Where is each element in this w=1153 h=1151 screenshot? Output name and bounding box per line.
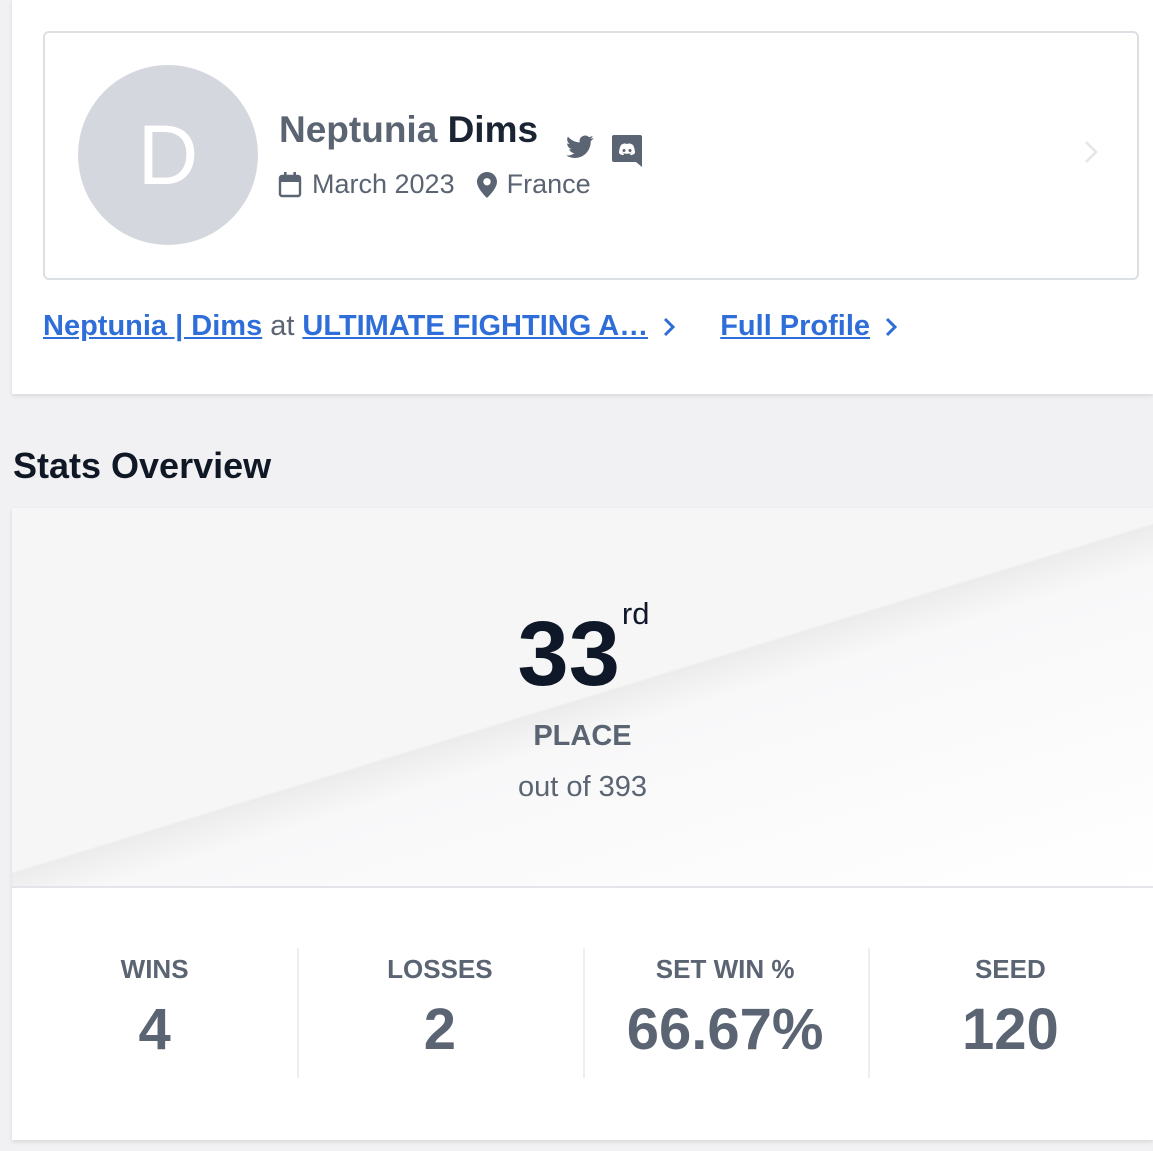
place-number: 33 — [517, 603, 620, 705]
out-of-total: out of 393 — [518, 771, 647, 803]
stats-overview-heading: Stats Overview — [13, 445, 272, 486]
placement-number: 33rd — [12, 598, 1153, 700]
player-gamer-tag: Dims — [447, 109, 539, 150]
joined-date: March 2023 — [312, 169, 455, 199]
location-pin-icon — [476, 171, 497, 198]
full-profile-link[interactable]: Full Profile — [720, 310, 870, 343]
stats-overview-card: 33rd PLACE out of 393 WINS 4 LOSSES 2 SE… — [12, 508, 1153, 1140]
stat-label: WINS — [120, 954, 189, 984]
avatar-letter: D — [137, 108, 199, 202]
entrant-name-link[interactable]: Neptunia | Dims — [43, 310, 262, 343]
profile-summary-box[interactable]: D Neptunia Dims March 2023 France — [43, 31, 1139, 280]
stats-row: WINS 4 LOSSES 2 SET WIN % 66.67% SEED 12… — [12, 948, 1153, 1078]
player-name: Neptunia Dims — [279, 111, 538, 148]
stat-label: LOSSES — [387, 954, 493, 984]
profile-links: Neptunia | Dims at ULTIMATE FIGHTING A… … — [43, 310, 898, 343]
twitter-icon[interactable] — [566, 135, 594, 159]
placement-panel: 33rd PLACE out of 393 — [12, 508, 1153, 888]
stat-seed: SEED 120 — [867, 948, 1153, 1078]
stat-wins: WINS 4 — [12, 948, 297, 1078]
place-label: PLACE — [533, 720, 632, 752]
stat-label: SEED — [974, 954, 1046, 984]
stat-value: 66.67% — [626, 997, 824, 1062]
place-suffix: rd — [621, 596, 650, 631]
avatar: D — [78, 65, 258, 245]
stat-losses: LOSSES 2 — [297, 948, 582, 1078]
stat-value: 120 — [961, 997, 1059, 1062]
at-label: at — [270, 310, 295, 342]
player-location: France — [506, 169, 591, 199]
player-meta: March 2023 France — [278, 169, 591, 200]
discord-icon[interactable] — [612, 135, 642, 167]
stat-value: 2 — [423, 997, 456, 1062]
chevron-right-icon[interactable] — [662, 316, 676, 338]
player-prefix: Neptunia — [279, 109, 438, 150]
event-link[interactable]: ULTIMATE FIGHTING A… — [302, 310, 648, 343]
stat-value: 4 — [138, 997, 171, 1062]
calendar-icon — [278, 171, 302, 198]
stat-set-win-percent: SET WIN % 66.67% — [582, 948, 868, 1078]
stat-label: SET WIN % — [655, 954, 795, 984]
chevron-right-icon[interactable] — [884, 316, 898, 338]
profile-card: D Neptunia Dims March 2023 France Neptun… — [12, 0, 1153, 394]
chevron-right-icon[interactable] — [1083, 139, 1099, 170]
